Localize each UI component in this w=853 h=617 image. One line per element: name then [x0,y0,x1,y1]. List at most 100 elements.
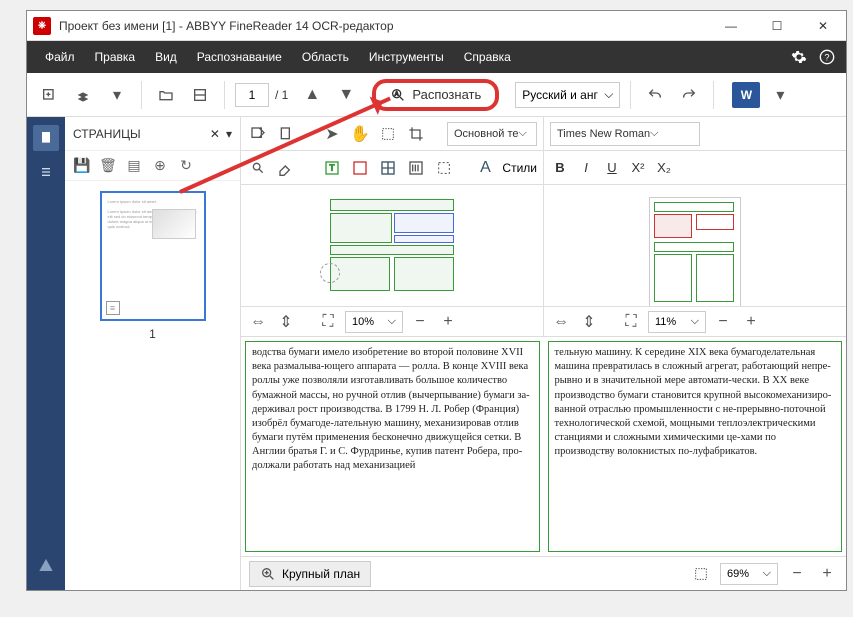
menu-area[interactable]: Область [292,41,359,73]
menu-tools[interactable]: Инструменты [359,41,454,73]
text-column-right[interactable]: тельную машину. К середине XIX века бума… [548,341,843,552]
fit-height-icon[interactable]: ⇕ [578,311,600,333]
svg-text:T: T [330,163,335,172]
show-grid-icon[interactable] [690,563,712,585]
text-format-toolbar: B I U X² X₂ [544,151,846,185]
text-content-row: водства бумаги имело изобретение во втор… [241,336,846,556]
table-area-icon[interactable] [377,157,399,179]
magnify-icon [260,566,276,582]
page-type-icon: ≡ [106,301,120,315]
window-title: Проект без имени [1] - ABBYY FineReader … [59,19,708,33]
chevron-down-icon: ⌵ [604,87,613,102]
text-pane: Times New Roman ⌵ B I U X² X₂ [544,117,846,336]
fit-page-icon[interactable]: ⛶ [317,311,339,333]
big-view-button[interactable]: Крупный план [249,561,371,587]
prev-page-icon[interactable]: ▲ [298,81,326,109]
underline-button[interactable]: U [602,158,622,178]
zoom-out-icon[interactable]: − [409,311,431,333]
recognize-page-icon[interactable]: ⊕ [151,157,169,175]
image-view[interactable] [241,185,543,306]
pages-title: СТРАНИЦЫ [73,127,204,141]
italic-button[interactable]: I [576,158,596,178]
rotate-icon[interactable]: ↻ [177,157,195,175]
big-view-zoom-select[interactable]: 69%⌵ [720,563,778,585]
language-select[interactable]: Русский и анг ⌵ [515,82,620,108]
minimize-button[interactable]: — [708,11,754,41]
menu-edit[interactable]: Правка [85,41,146,73]
help-icon[interactable]: ? [816,46,838,68]
analyze-icon[interactable]: ▤ [125,157,143,175]
menu-help[interactable]: Справка [454,41,521,73]
thumbnails: Lorem ipsum dolor sit amet. Lorem ipsum … [65,181,240,590]
picture-area-icon[interactable] [349,157,371,179]
zones-overlay [328,197,456,306]
styles-button[interactable]: Стили [502,161,537,175]
edit-image-icon[interactable] [247,123,269,145]
image-zoom-select[interactable]: 10%⌵ [345,311,403,333]
font-select[interactable]: Times New Roman ⌵ [550,122,700,146]
barcode-area-icon[interactable] [405,157,427,179]
text-column-left[interactable]: водства бумаги имело изобретение во втор… [245,341,540,552]
undo-icon[interactable] [641,81,669,109]
main-toolbar: ▾ / 1 ▲ ▼ A Распознать Русский и анг ⌵ W… [27,73,846,117]
scan-icon[interactable] [186,81,214,109]
sidebar-pages-icon[interactable] [33,125,59,151]
settings-icon[interactable] [788,46,810,68]
dropdown-arrow-icon[interactable]: ▾ [103,81,131,109]
new-project-icon[interactable] [35,81,63,109]
close-button[interactable]: ✕ [800,11,846,41]
text-view[interactable] [544,185,846,306]
menu-file[interactable]: Файл [35,41,85,73]
thumbnail-number: 1 [149,327,156,341]
zoom-out-icon[interactable]: − [786,563,808,585]
crop-icon[interactable] [405,123,427,145]
zoom-in-icon[interactable]: + [816,563,838,585]
text-zoom-toolbar: ⇔ ⇕ ⛶ 11%⌵ − + [544,306,846,336]
zoom-out-icon[interactable]: − [712,311,734,333]
image-toolbar-2: T A Стили [241,151,543,185]
export-word-button[interactable]: W [732,82,760,108]
hand-icon[interactable]: ✋ [349,123,371,145]
export-dropdown-icon[interactable]: ▾ [766,81,794,109]
language-value: Русский и анг [522,88,604,102]
redo-icon[interactable] [675,81,703,109]
page-thumbnail[interactable]: Lorem ipsum dolor sit amet. Lorem ipsum … [100,191,206,321]
chevron-down-icon: ⌵ [691,315,699,328]
text-area-icon[interactable]: T [321,157,343,179]
fit-width-icon[interactable]: ⇔ [550,311,572,333]
menu-recognize[interactable]: Распознавание [187,41,292,73]
subscript-button[interactable]: X₂ [654,158,674,178]
page-input[interactable] [235,83,269,107]
bold-button[interactable]: B [550,158,570,178]
sidebar-list-icon[interactable] [33,159,59,185]
style-select[interactable]: Основной те ⌵ [447,122,537,146]
eraser-icon[interactable] [275,157,297,179]
body: СТРАНИЦЫ ✕ ▾ 💾 🗑 ▤ ⊕ ↻ Lorem ipsum dolor… [27,117,846,590]
menu-view[interactable]: Вид [145,41,187,73]
maximize-button[interactable]: ☐ [754,11,800,41]
pages-panel: СТРАНИЦЫ ✕ ▾ 💾 🗑 ▤ ⊕ ↻ Lorem ipsum dolor… [65,117,241,590]
image-pane: ➤ ✋ Основной те ⌵ T [241,117,544,336]
save-icon[interactable]: 💾 [73,157,91,175]
delete-icon[interactable]: 🗑 [99,157,117,175]
panes-top-row: ➤ ✋ Основной те ⌵ T [241,117,846,336]
warning-icon[interactable] [33,552,59,578]
sidebar [27,117,65,590]
add-pages-icon[interactable] [69,81,97,109]
fit-height-icon[interactable]: ⇕ [275,311,297,333]
zoom-in-icon[interactable]: + [437,311,459,333]
pages-menu-icon[interactable]: ▾ [226,127,232,141]
background-area-icon[interactable] [433,157,455,179]
select-area-icon[interactable] [377,123,399,145]
pages-close-icon[interactable]: ✕ [210,127,220,141]
open-icon[interactable] [152,81,180,109]
zoom-in-icon[interactable]: + [740,311,762,333]
fit-page-icon[interactable]: ⛶ [620,311,642,333]
text-zoom-select[interactable]: 11%⌵ [648,311,706,333]
fit-width-icon[interactable]: ⇔ [247,311,269,333]
app-window: ⎈ Проект без имени [1] - ABBYY FineReade… [26,10,847,591]
superscript-button[interactable]: X² [628,158,648,178]
chevron-down-icon: ⌵ [519,127,527,140]
image-zoom-toolbar: ⇔ ⇕ ⛶ 10%⌵ − + [241,306,543,336]
next-page-icon[interactable]: ▼ [332,81,360,109]
